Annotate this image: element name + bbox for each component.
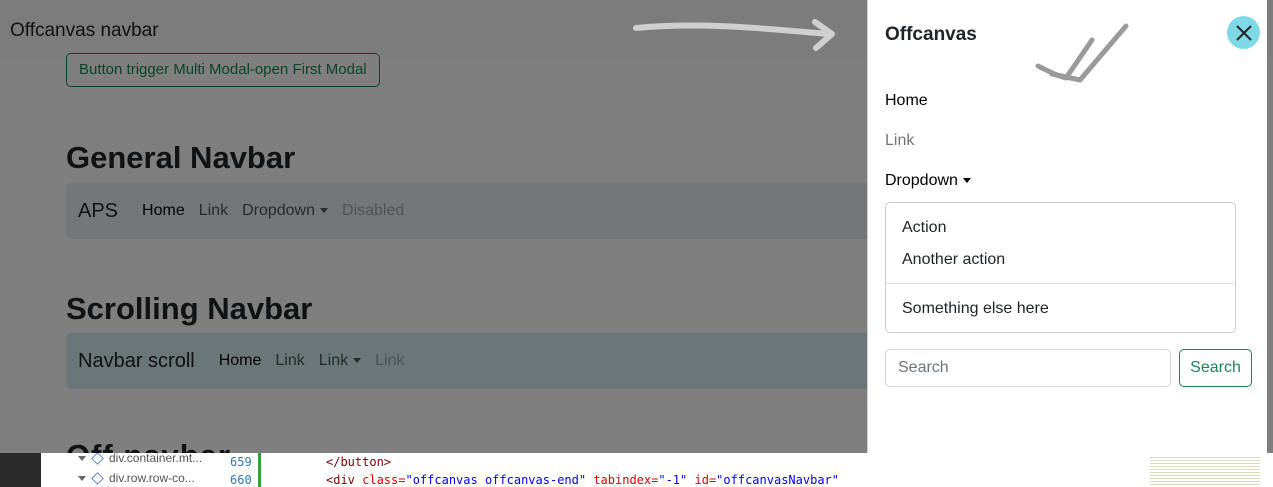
devtools-gutter xyxy=(0,453,41,487)
cube-icon xyxy=(91,451,104,465)
offcanvas-panel: Offcanvas Home Link Dropdown Action Anot… xyxy=(867,0,1267,453)
code-value: "offcanvas offcanvas-end" xyxy=(405,473,587,487)
code-line: </button> xyxy=(326,455,391,469)
dom-tree-item[interactable]: div.container.mt... xyxy=(78,451,202,465)
dropdown-menu: Action Another action Something else her… xyxy=(885,202,1236,333)
dropdown-item-something-else[interactable]: Something else here xyxy=(902,300,1049,318)
code-attr: tabindex= xyxy=(586,473,659,487)
dropdown-item-another-action[interactable]: Another action xyxy=(902,251,1005,269)
code-minimap[interactable] xyxy=(1150,455,1260,485)
code-value: "offcanvasNavbar" xyxy=(716,473,839,487)
dropdown-divider xyxy=(886,283,1235,284)
dropdown-label: Dropdown xyxy=(885,172,958,189)
expand-icon[interactable] xyxy=(78,475,86,481)
dom-tree-label: div.container.mt... xyxy=(109,451,203,465)
offcanvas-title: Offcanvas xyxy=(885,24,977,45)
devtools-panel: div.container.mt... div.row.row-co... 65… xyxy=(0,451,1273,487)
offcanvas-nav-dropdown[interactable]: Dropdown xyxy=(885,172,971,190)
cube-icon xyxy=(91,471,104,485)
code-value: "-1" xyxy=(658,473,688,487)
offcanvas-nav-home[interactable]: Home xyxy=(885,92,928,110)
offcanvas-nav-link[interactable]: Link xyxy=(885,132,914,150)
code-tag: <div xyxy=(326,473,355,487)
change-indicator xyxy=(258,453,261,487)
code-line: <div class="offcanvas offcanvas-end" tab… xyxy=(326,473,839,487)
code-attr: class= xyxy=(354,473,406,487)
dom-tree-item[interactable]: div.row.row-co... xyxy=(78,471,195,485)
code-tag: </button> xyxy=(326,455,392,469)
close-icon xyxy=(1235,24,1252,41)
caret-down-icon xyxy=(962,178,971,184)
dom-tree-label: div.row.row-co... xyxy=(109,471,195,485)
search-button[interactable]: Search xyxy=(1179,349,1252,387)
line-number: 660 xyxy=(230,473,252,487)
close-button[interactable] xyxy=(1227,16,1260,49)
dropdown-item-action[interactable]: Action xyxy=(902,219,946,237)
code-attr: id= xyxy=(687,473,717,487)
expand-icon[interactable] xyxy=(78,455,86,461)
line-number: 659 xyxy=(230,455,252,469)
search-input[interactable] xyxy=(885,349,1171,387)
